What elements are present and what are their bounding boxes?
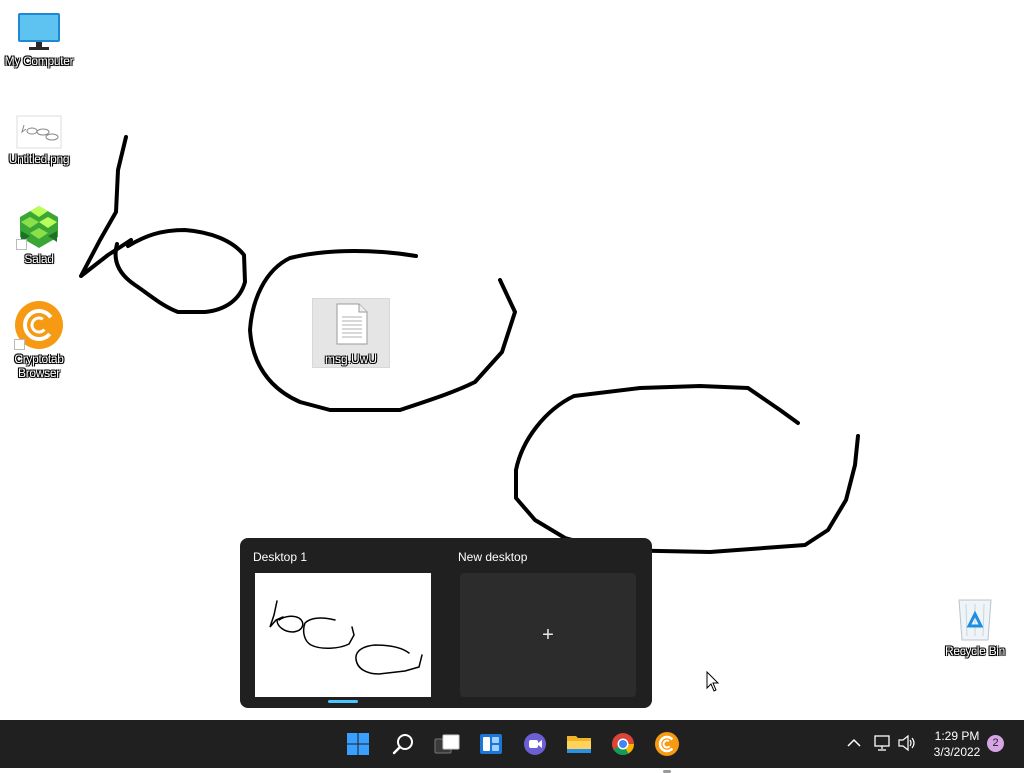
cryptotab-icon: [655, 732, 679, 756]
speaker-icon: [898, 734, 915, 752]
volume-button[interactable]: [896, 732, 918, 754]
notification-badge[interactable]: 2: [987, 735, 1004, 752]
cryptotab-label: Cryptotab Browser: [14, 352, 64, 380]
start-icon: [347, 733, 369, 755]
desktop-1-thumbnail[interactable]: [255, 573, 431, 697]
msg-uwu-label: msg.UwU: [324, 352, 377, 366]
plus-icon: +: [542, 624, 554, 646]
shortcut-arrow-icon: [14, 339, 25, 350]
untitled-png-label: Untitled.png: [8, 152, 70, 166]
clock-time: 1:29 PM: [934, 729, 980, 743]
text-file-icon: [336, 303, 368, 345]
task-view-flyout: Desktop 1 New desktop +: [240, 538, 652, 708]
image-file-icon: [16, 115, 62, 149]
desktop-1-title: Desktop 1: [253, 550, 308, 564]
desktop[interactable]: My Computer Untitled.png Salad Cryptotab…: [0, 0, 1024, 720]
chevron-up-icon: [847, 738, 861, 747]
new-desktop-title: New desktop: [458, 550, 528, 564]
untitled-png-desktop-icon[interactable]: Untitled.png: [0, 112, 78, 166]
chat-button[interactable]: [521, 730, 549, 758]
search-icon: [392, 734, 413, 755]
recycle-bin-label: Recycle Bin: [944, 644, 1006, 658]
network-icon: [874, 735, 890, 751]
file-explorer-icon: [567, 736, 591, 753]
start-button[interactable]: [344, 730, 372, 758]
chrome-button[interactable]: [609, 730, 637, 758]
mouse-cursor-icon: [706, 671, 720, 692]
recycle-bin-icon: [958, 599, 992, 641]
network-button[interactable]: [871, 732, 893, 754]
cryptotab-button[interactable]: [653, 730, 681, 773]
my-computer-desktop-icon[interactable]: My Computer: [0, 10, 78, 68]
file-explorer-button[interactable]: [565, 730, 593, 758]
recycle-bin-desktop-icon[interactable]: Recycle Bin: [936, 596, 1014, 658]
clock-button[interactable]: 1:29 PM 3/3/2022: [922, 728, 992, 760]
new-desktop-button[interactable]: +: [460, 573, 636, 697]
msg-uwu-desktop-icon[interactable]: msg.UwU: [312, 298, 390, 368]
salad-label: Salad: [24, 252, 54, 266]
new-desktop-pane[interactable]: New desktop +: [445, 538, 652, 708]
salad-desktop-icon[interactable]: Salad: [0, 204, 78, 266]
search-button[interactable]: [389, 730, 417, 758]
my-computer-label: My Computer: [4, 54, 74, 68]
chrome-icon: [612, 733, 634, 755]
cryptotab-desktop-icon[interactable]: Cryptotab Browser: [0, 300, 78, 380]
desktop-1-preview: [269, 600, 423, 675]
monitor-icon: [18, 13, 60, 50]
clock-date: 3/3/2022: [933, 745, 981, 759]
widgets-icon: [480, 734, 502, 754]
task-view-button[interactable]: [433, 730, 461, 758]
show-hidden-icons-button[interactable]: [843, 732, 865, 754]
task-view-icon: [434, 734, 460, 754]
chat-icon: [524, 733, 546, 755]
widgets-button[interactable]: [477, 730, 505, 758]
shortcut-arrow-icon: [16, 239, 27, 250]
taskbar: 1:29 PM 3/3/2022: [0, 720, 1024, 773]
desktop-1-pane[interactable]: Desktop 1: [240, 538, 445, 708]
current-desktop-indicator: [328, 700, 358, 703]
